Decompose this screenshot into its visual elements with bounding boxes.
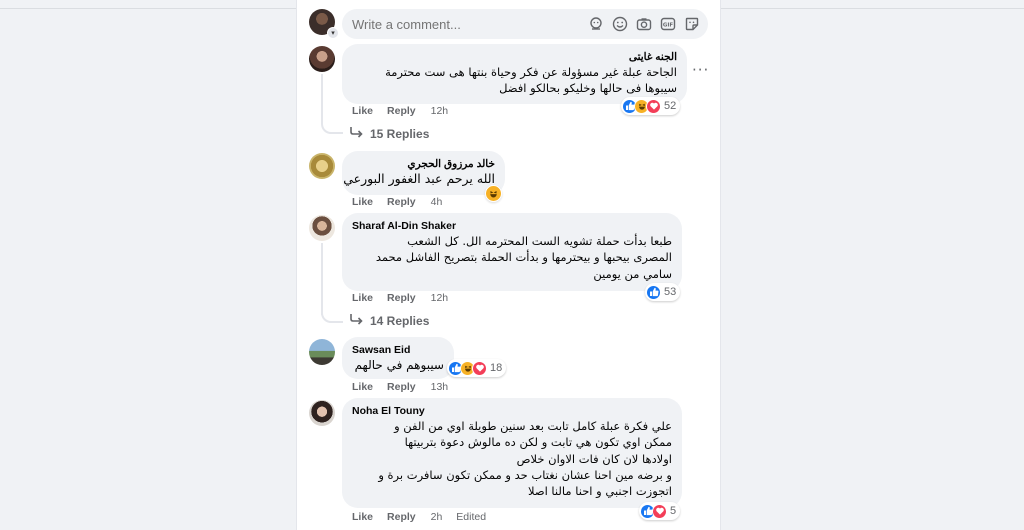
view-replies-link[interactable]: 14 Replies — [350, 313, 429, 328]
comment-text-line: اتجوزت اجنبي و احنا مالنا اصلا — [527, 484, 672, 499]
comment-composer: ▾ GIF — [309, 9, 709, 39]
comment-input[interactable] — [352, 15, 582, 33]
avatar[interactable] — [309, 215, 335, 241]
reaction-summary[interactable]: 52 — [621, 97, 681, 115]
avatar-sticker-icon[interactable] — [587, 15, 604, 32]
comment-author[interactable]: Sharaf Al-Din Shaker — [352, 219, 672, 233]
comment-timestamp[interactable]: 12h — [431, 292, 449, 304]
svg-text:GIF: GIF — [662, 22, 673, 28]
comment-bubble: Noha El Touny علي فكرة عبلة كامل تابت بع… — [342, 398, 682, 508]
thread-curve — [321, 305, 343, 323]
like-icon — [646, 284, 661, 300]
like-button[interactable]: Like — [352, 381, 373, 393]
comment-item: Sawsan Eid سيبوهم في حالهم 18 Like Reply… — [309, 337, 709, 397]
comment-actions: Like Reply 13h — [352, 381, 448, 393]
comment-text-line: سامي من يومين — [593, 266, 672, 281]
comment-text-line: اولادها لان كان فات الاوان خلاص — [516, 451, 672, 466]
reaction-count: 52 — [664, 100, 677, 112]
love-icon — [652, 503, 667, 519]
like-button[interactable]: Like — [352, 105, 373, 117]
comment-bubble: الجنه غايتى الجاحة عبلة غير مسؤولة عن فك… — [342, 44, 687, 104]
like-button[interactable]: Like — [352, 196, 373, 208]
comment-input-box[interactable]: GIF — [342, 9, 708, 39]
comment-bubble: Sharaf Al-Din Shaker طبعا بدأت حملة تشوي… — [342, 213, 682, 291]
more-options-icon[interactable]: ··· — [692, 61, 709, 79]
comment-timestamp[interactable]: 13h — [431, 381, 449, 393]
comment-actions: Like Reply 2h Edited — [352, 511, 486, 523]
comment-text-line: ممكن اوي تكون هي تابت و لكن ده مالوش دعو… — [404, 435, 672, 450]
sticker-icon[interactable] — [683, 15, 700, 32]
reaction-summary[interactable]: 5 — [639, 502, 681, 520]
comment-timestamp[interactable]: 2h — [431, 511, 443, 523]
comment-text-line: الله يرحم عبد الغفور البورعي — [343, 171, 495, 186]
reaction-summary[interactable]: 18 — [447, 359, 507, 377]
reaction-count: 5 — [670, 505, 677, 517]
thread-line — [321, 74, 323, 122]
like-button[interactable]: Like — [352, 511, 373, 523]
comment-author[interactable]: الجنه غايتى — [352, 50, 677, 64]
reaction-count: 18 — [490, 362, 503, 374]
comment-bubble: خالد مرزوق الحجري الله يرحم عبد الغفور ا… — [342, 151, 505, 195]
reply-arrow-icon — [350, 313, 364, 328]
reply-arrow-icon — [350, 126, 364, 141]
comment-item: Noha El Touny علي فكرة عبلة كامل تابت بع… — [309, 398, 709, 528]
reply-button[interactable]: Reply — [387, 105, 416, 117]
comments-panel: ▾ GIF — [296, 0, 721, 530]
composer-tools: GIF — [587, 15, 700, 32]
avatar[interactable] — [309, 400, 335, 426]
comment-actions: Like Reply 12h — [352, 292, 448, 304]
comment-text-line: و برضه مين احنا عشان نغتاب حد و ممكن تكو… — [378, 467, 672, 482]
comment-text-line: سيبوهم في حالهم — [354, 358, 444, 372]
comment-text-line: المصرى بيحبها و بيحترمها و بدأت الحملة ب… — [375, 250, 672, 265]
comment-author[interactable]: Sawsan Eid — [352, 343, 444, 357]
reaction-count: 53 — [664, 286, 677, 298]
comment-bubble: Sawsan Eid سيبوهم في حالهم — [342, 337, 454, 379]
camera-icon[interactable] — [635, 15, 652, 32]
reply-button[interactable]: Reply — [387, 292, 416, 304]
chevron-down-icon[interactable]: ▾ — [327, 27, 339, 39]
like-button[interactable]: Like — [352, 292, 373, 304]
replies-count-label[interactable]: 14 Replies — [370, 314, 429, 328]
haha-icon[interactable] — [485, 185, 502, 202]
avatar[interactable] — [309, 153, 335, 179]
comment-author[interactable]: خالد مرزوق الحجري — [352, 157, 495, 171]
comment-timestamp[interactable]: 4h — [431, 196, 443, 208]
thread-curve — [321, 116, 343, 134]
reaction-summary[interactable]: 53 — [645, 283, 681, 301]
comment-author[interactable]: Noha El Touny — [352, 404, 672, 418]
comment-item: الجنه غايتى الجاحة عبلة غير مسؤولة عن فك… — [309, 44, 709, 142]
reply-button[interactable]: Reply — [387, 511, 416, 523]
reply-button[interactable]: Reply — [387, 381, 416, 393]
replies-count-label[interactable]: 15 Replies — [370, 127, 429, 141]
comment-text-line: علي فكرة عبلة كامل تابت بعد سنين طويلة ا… — [394, 419, 672, 433]
comment-text-line: طبعا بدأت حملة تشويه الست المحترمه الل. … — [407, 234, 672, 248]
edited-label[interactable]: Edited — [456, 511, 486, 523]
love-icon — [472, 360, 487, 376]
view-replies-link[interactable]: 15 Replies — [350, 126, 429, 141]
comment-timestamp[interactable]: 12h — [431, 105, 449, 117]
comment-text-line: الجاحة عبلة غير مسؤولة عن فكر وحياة بنته… — [385, 65, 677, 79]
comment-actions: Like Reply 4h — [352, 196, 442, 208]
comment-text-line: سيبوها فى حالها وخليكو بحالكو افضل — [499, 81, 677, 96]
gif-icon[interactable]: GIF — [659, 15, 676, 32]
love-icon — [646, 98, 661, 114]
avatar[interactable] — [309, 339, 335, 365]
comment-item: Sharaf Al-Din Shaker طبعا بدأت حملة تشوي… — [309, 213, 709, 331]
reply-button[interactable]: Reply — [387, 196, 416, 208]
avatar[interactable] — [309, 46, 335, 72]
comment-item: خالد مرزوق الحجري الله يرحم عبد الغفور ا… — [309, 151, 709, 211]
emoji-icon[interactable] — [611, 15, 628, 32]
comment-actions: Like Reply 12h — [352, 105, 448, 117]
